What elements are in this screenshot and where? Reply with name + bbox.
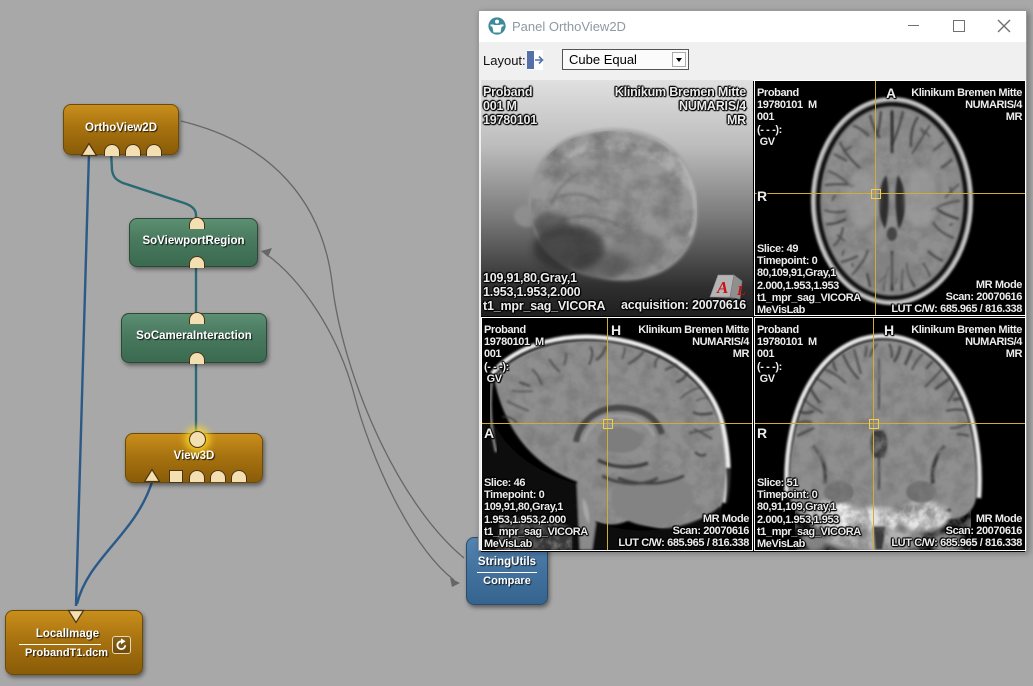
svg-text:L: L (736, 284, 746, 299)
svg-text:A: A (716, 278, 728, 297)
